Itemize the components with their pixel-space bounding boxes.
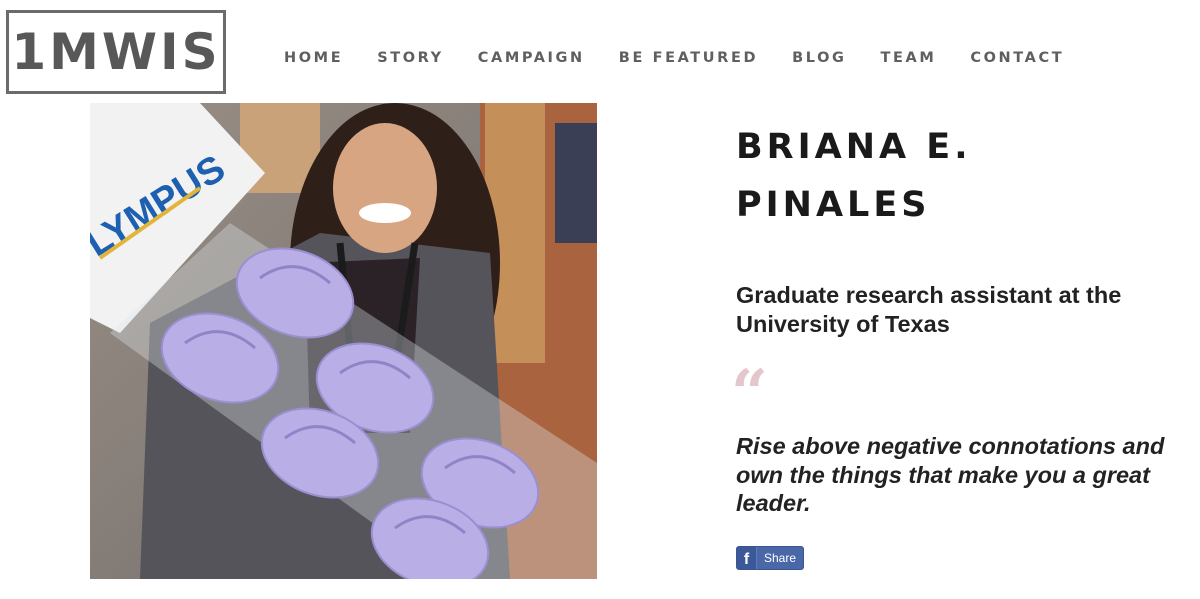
nav-team[interactable]: TEAM xyxy=(881,50,937,66)
nav-be-featured[interactable]: BE FEATURED xyxy=(619,50,758,66)
facebook-icon: f xyxy=(737,547,757,569)
nav-campaign[interactable]: CAMPAIGN xyxy=(478,50,585,66)
nav-story[interactable]: STORY xyxy=(377,50,444,66)
profile-name-line1: BRIANA E. xyxy=(736,127,972,167)
profile-name-line2: PINALES xyxy=(736,185,931,225)
main-nav: HOME STORY CAMPAIGN BE FEATURED BLOG TEA… xyxy=(284,50,1064,66)
profile-role-line2: University of Texas xyxy=(736,311,950,337)
share-label: Share xyxy=(763,551,797,565)
nav-blog[interactable]: BLOG xyxy=(792,50,846,66)
nav-home[interactable]: HOME xyxy=(284,50,343,66)
quote-mark-icon: “ xyxy=(731,356,768,431)
profile-photo: LYMPUS xyxy=(90,103,597,579)
nav-contact[interactable]: CONTACT xyxy=(970,50,1064,66)
profile-role: Graduate research assistant at the Unive… xyxy=(736,281,1156,339)
profile-role-line1: Graduate research assistant at the xyxy=(736,282,1122,308)
profile-name: BRIANA E. PINALES xyxy=(736,118,1136,234)
profile-quote: Rise above negative connotations and own… xyxy=(736,433,1165,516)
site-logo[interactable]: 1MWIS xyxy=(6,10,226,94)
facebook-share-button[interactable]: f Share xyxy=(736,546,804,570)
